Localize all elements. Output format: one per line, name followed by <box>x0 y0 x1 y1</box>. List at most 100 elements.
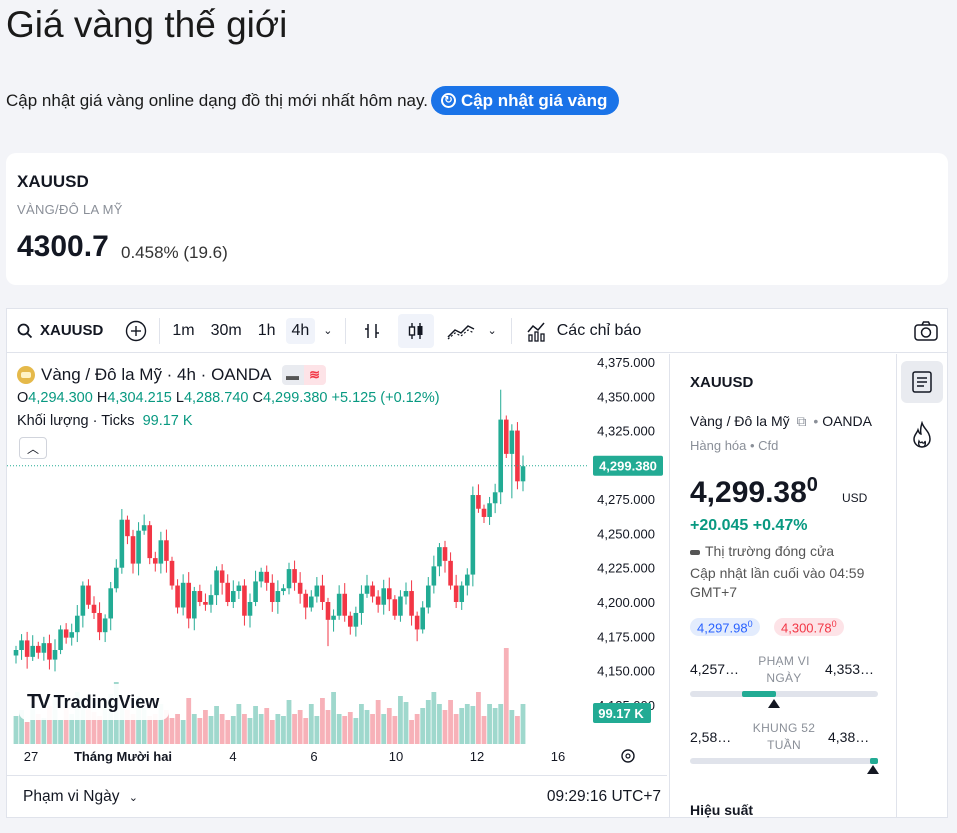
week52-range-label: KHUNG 52 TUẦN <box>752 721 816 752</box>
volume-bar <box>208 716 214 744</box>
volume-bar <box>292 714 297 744</box>
bid-value: 4,297.98 <box>697 620 748 636</box>
volume-bar <box>281 716 286 744</box>
week52-range-marker-icon <box>867 765 879 774</box>
ohlc-low: 4,288.740 <box>183 390 249 406</box>
candle-body <box>58 629 63 650</box>
volume-bar <box>487 704 492 744</box>
candle-body <box>74 615 80 633</box>
volume-bar <box>24 722 30 744</box>
volume-bar <box>509 710 515 744</box>
volume-bar <box>370 714 375 744</box>
wave-icon[interactable]: ≋ <box>303 365 326 385</box>
date-range-label: Phạm vi Ngày <box>23 787 120 805</box>
update-button-label: Cập nhật giá vàng <box>460 90 608 110</box>
candle-body <box>63 629 69 638</box>
tradingview-mark-icon: TV <box>27 690 51 713</box>
market-status-text: Thị trường đóng cửa <box>705 543 835 559</box>
volume-bar <box>364 710 370 744</box>
chevron-down-icon[interactable]: ⌄ <box>323 324 332 337</box>
hot-lists-tab[interactable] <box>901 414 943 456</box>
candle-body <box>125 519 130 537</box>
candle-body <box>464 574 470 586</box>
volume-bar <box>242 714 247 744</box>
candle-body <box>414 615 420 630</box>
subtitle-row: Cập nhật giá vàng online dạng đồ thị mới… <box>6 86 620 115</box>
timeframe-1m[interactable]: 1m <box>166 318 200 344</box>
details-symbol[interactable]: XAUUSD <box>690 374 753 391</box>
details-exchange: OANDA <box>822 413 872 429</box>
ohlc-l-label: L <box>175 390 184 406</box>
external-link-icon[interactable]: ⧉ <box>797 413 807 429</box>
volume-bar <box>325 710 331 744</box>
volume-bar <box>147 716 153 744</box>
ask-price: 4,300.780 <box>774 618 844 637</box>
candle-body <box>520 466 526 482</box>
candle-body <box>47 643 52 660</box>
compare-button[interactable] <box>113 309 159 353</box>
symbol-search[interactable]: XAUUSD <box>7 309 113 353</box>
candle-body <box>320 585 325 602</box>
area-style-icon <box>446 324 474 339</box>
ohlc-high: 4,304.215 <box>107 390 172 406</box>
toolbar-symbol: XAUUSD <box>40 322 104 339</box>
candle-body <box>69 632 75 638</box>
chart-pane[interactable]: 4,375.0004,350.0004,325.0004,300.0004,27… <box>7 354 667 774</box>
volume-bar <box>359 704 364 744</box>
candle-body <box>314 585 320 597</box>
chevron-up-icon: ︿ <box>26 441 39 456</box>
volume-bar <box>175 714 180 744</box>
volume-bar <box>264 708 270 744</box>
chevron-down-icon[interactable]: ⌄ <box>488 324 497 337</box>
area-style-button[interactable]: ⌄ <box>438 309 503 353</box>
minus-icon[interactable]: ▬ <box>281 365 304 385</box>
timeframe-4h[interactable]: 4h <box>285 317 316 344</box>
candle-body <box>253 581 258 602</box>
details-name: Vàng / Đô la Mỹ ⧉ • OANDA <box>690 413 872 430</box>
candle-body <box>420 607 426 630</box>
chart-legend-title: Vàng / Đô la Mỹ · 4h · OANDA ▬ ≋ <box>17 365 326 385</box>
indicators-label: Các chỉ báo <box>556 321 642 339</box>
candle-body <box>487 503 492 517</box>
x-tick-label: 16 <box>551 749 565 764</box>
timeframe-30m[interactable]: 30m <box>205 318 248 344</box>
candle-body <box>331 615 336 620</box>
update-gold-price-button[interactable]: ↻ Cập nhật giá vàng <box>430 86 620 115</box>
volume-bar <box>169 718 175 744</box>
legend-toggles[interactable]: ▬ ≋ <box>281 365 326 385</box>
volume-bar <box>230 716 236 744</box>
candle-body <box>403 591 409 597</box>
chart-time[interactable]: 09:29:16 UTC+7 <box>547 788 661 806</box>
volume-bar <box>269 720 275 744</box>
details-tab[interactable] <box>901 361 943 403</box>
timeframe-1h[interactable]: 1h <box>252 318 282 344</box>
candle-body <box>258 571 264 582</box>
ohlc-close: 4,299.380 <box>262 390 328 406</box>
tradingview-logo[interactable]: TV TradingView <box>19 684 170 720</box>
volume-bar <box>409 720 414 744</box>
candle-style-icon <box>408 322 423 339</box>
right-rail <box>896 354 948 818</box>
candle-body <box>264 571 270 583</box>
candle-body <box>152 558 158 564</box>
quote-description: VÀNG/ĐÔ LA MỸ <box>17 202 123 217</box>
indicators-button[interactable]: Các chỉ báo <box>512 309 642 353</box>
candle-body <box>470 495 476 575</box>
candle-body <box>509 430 515 454</box>
legend-title: Vàng / Đô la Mỹ · 4h · OANDA <box>41 365 272 384</box>
quote-change: 0.458% (19.6) <box>121 243 228 262</box>
candles-style-button[interactable] <box>394 309 438 353</box>
details-name-text[interactable]: Vàng / Đô la Mỹ <box>690 413 790 429</box>
snapshot-button[interactable] <box>913 309 947 353</box>
y-tick-label: 4,275.000 <box>597 492 655 507</box>
volume-bar <box>386 708 392 744</box>
x-tick-label: Tháng Mười hai <box>74 749 172 764</box>
collapse-legend-button[interactable]: ︿ <box>19 437 47 459</box>
date-range-selector[interactable]: Phạm vi Ngày ⌄ <box>23 788 138 806</box>
volume-bar <box>414 714 420 744</box>
candle-body <box>164 540 169 561</box>
candle-body <box>425 585 431 608</box>
bars-style-button[interactable] <box>346 309 394 353</box>
gold-symbol-icon <box>17 366 35 384</box>
candle-body <box>230 591 236 602</box>
